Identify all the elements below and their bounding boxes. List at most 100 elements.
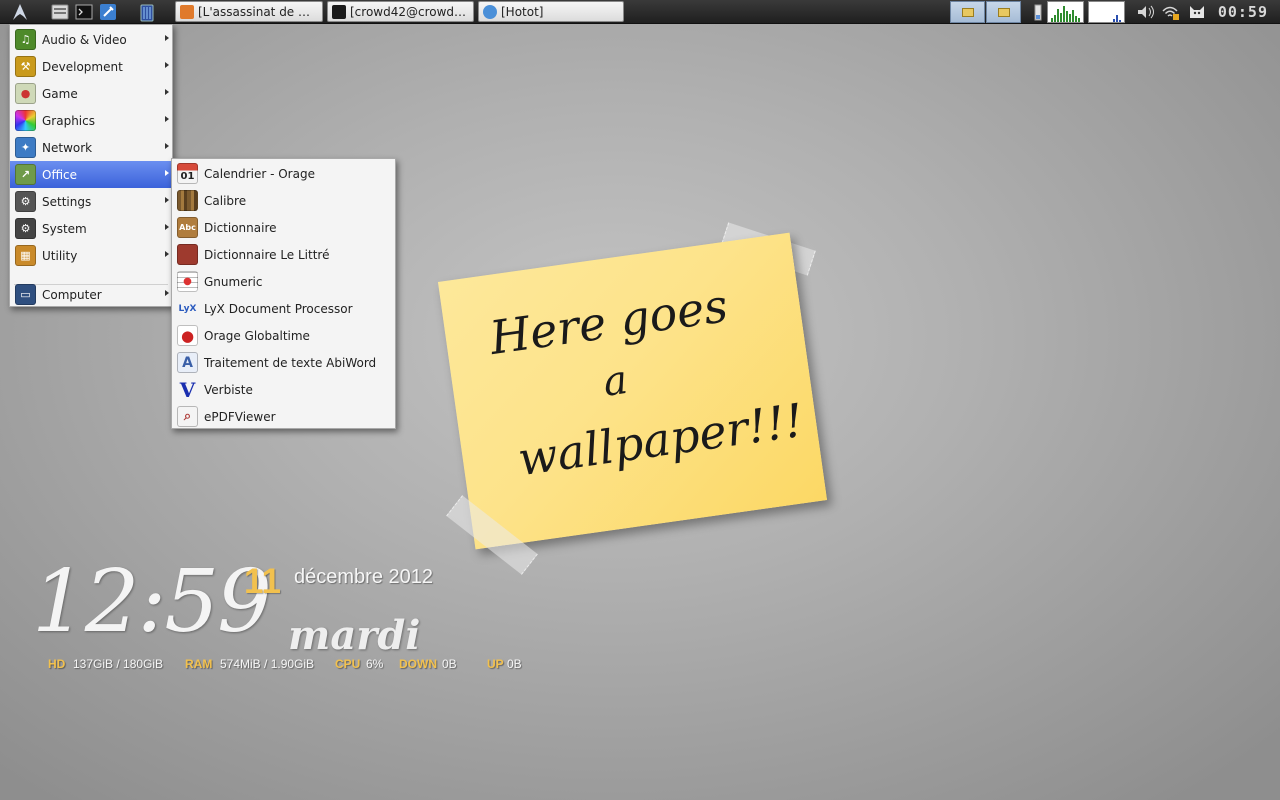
hd-label: HD (48, 657, 66, 671)
submenu-item-epdfviewer[interactable]: ⌕ ePDFViewer (172, 403, 395, 430)
development-icon: ⚒ (15, 56, 36, 77)
submenu-item-label: Dictionnaire (204, 220, 277, 235)
book-icon (177, 244, 198, 265)
utility-icon: ▦ (15, 245, 36, 266)
up-value: 0B (507, 657, 522, 671)
menu-item-system[interactable]: ⚙ System (10, 215, 172, 242)
office-submenu: 01 Calendrier - Orage Calibre Abc Dictio… (171, 158, 396, 429)
abiword-icon: A (177, 352, 198, 373)
submenu-item-calibre[interactable]: Calibre (172, 187, 395, 214)
task-label: [Hotot] (501, 4, 544, 19)
submenu-item-label: Calendrier - Orage (204, 166, 315, 181)
settings-tool-icon[interactable] (97, 2, 119, 22)
computer-icon: ▭ (15, 284, 36, 305)
terminal-icon[interactable] (73, 2, 95, 22)
dictionary-icon: Abc (177, 217, 198, 238)
menu-item-label: Settings (42, 194, 92, 209)
desktop-clock-day: 11 (244, 562, 281, 601)
spreadsheet-icon: ● (177, 271, 198, 292)
calendar-icon: 01 (177, 163, 198, 184)
trash-icon[interactable] (136, 2, 158, 22)
network-graph[interactable] (1088, 1, 1125, 23)
down-value: 0B (442, 657, 457, 671)
cat-tray-icon[interactable] (1187, 3, 1207, 21)
wifi-icon[interactable] (1160, 3, 1180, 21)
submenu-item-dictionnaire-le-littre[interactable]: Dictionnaire Le Littré (172, 241, 395, 268)
firefox-icon (180, 4, 194, 19)
up-label: UP (487, 657, 504, 671)
menu-item-label: Utility (42, 248, 78, 263)
settings-icon: ⚙ (15, 191, 36, 212)
submenu-item-abiword[interactable]: A Traitement de texte AbiWord (172, 349, 395, 376)
audio-video-icon: ♫ (15, 29, 36, 50)
lyx-icon: LyX (178, 303, 197, 314)
panel-clock[interactable]: 00:59 (1218, 2, 1268, 22)
cpu-value: 6% (366, 657, 384, 671)
submenu-item-label: Dictionnaire Le Littré (204, 247, 330, 262)
submenu-item-verbiste[interactable]: V Verbiste (172, 376, 395, 403)
office-icon: ↗ (15, 164, 36, 185)
submenu-item-label: Traitement de texte AbiWord (204, 355, 377, 370)
pdf-viewer-icon: ⌕ (177, 406, 198, 427)
menu-item-audio-video[interactable]: ♫ Audio & Video (10, 26, 172, 53)
menu-item-label: Development (42, 59, 123, 74)
top-panel: [L'assassinat de Mess… [crowd42@crowd42…… (0, 0, 1280, 24)
task-label: [crowd42@crowd42… (350, 4, 469, 19)
globaltime-icon: ● (177, 325, 198, 346)
submenu-item-label: Verbiste (204, 382, 253, 397)
menu-item-label: Audio & Video (42, 32, 127, 47)
file-manager-icon[interactable] (49, 2, 71, 22)
battery-icon[interactable] (1032, 3, 1044, 21)
submenu-item-label: ePDFViewer (204, 409, 276, 424)
sticky-note-wallpaper: Here goes a wallpaper!!! (437, 232, 828, 550)
task-label: [L'assassinat de Mess… (198, 4, 318, 19)
menu-item-label: System (42, 221, 87, 236)
applications-menu: ♫ Audio & Video ⚒ Development ● Game Gra… (9, 24, 173, 307)
arch-menu-icon[interactable] (9, 2, 31, 22)
verbiste-icon: V (179, 377, 196, 402)
taskbar-button-hotot[interactable]: [Hotot] (478, 1, 624, 22)
cpu-graph[interactable] (1047, 1, 1084, 23)
menu-item-game[interactable]: ● Game (10, 80, 172, 107)
game-icon: ● (15, 83, 36, 104)
menu-item-label: Game (42, 86, 78, 101)
desktop-clock-time: 12:59 (32, 552, 272, 652)
submenu-item-gnumeric[interactable]: ● Gnumeric (172, 268, 395, 295)
note-line-3: wallpaper!!! (514, 392, 807, 487)
workspace-1-button[interactable] (950, 1, 985, 23)
submenu-item-label: Gnumeric (204, 274, 263, 289)
workspace-2-button[interactable] (986, 1, 1021, 23)
submenu-item-calendrier-orage[interactable]: 01 Calendrier - Orage (172, 160, 395, 187)
submenu-item-label: Orage Globaltime (204, 328, 310, 343)
submenu-item-label: Calibre (204, 193, 247, 208)
taskbar-button-terminal[interactable]: [crowd42@crowd42… (327, 1, 474, 22)
note-line-1: Here goes (486, 278, 731, 366)
down-label: DOWN (399, 657, 437, 671)
hotot-icon (483, 4, 497, 19)
taskbar-button-browser[interactable]: [L'assassinat de Mess… (175, 1, 323, 22)
menu-item-office[interactable]: ↗ Office (10, 161, 172, 188)
submenu-item-label: LyX Document Processor (204, 301, 353, 316)
submenu-item-orage-globaltime[interactable]: ● Orage Globaltime (172, 322, 395, 349)
menu-item-network[interactable]: ✦ Network (10, 134, 172, 161)
menu-item-label: Network (42, 140, 93, 155)
menu-item-label: Graphics (42, 113, 95, 128)
menu-item-label: Office (42, 167, 78, 182)
menu-item-graphics[interactable]: Graphics (10, 107, 172, 134)
network-icon: ✦ (15, 137, 36, 158)
calibre-books-icon (177, 190, 198, 211)
note-line-2: a (600, 356, 631, 406)
menu-item-utility[interactable]: ▦ Utility (10, 242, 172, 269)
submenu-item-lyx[interactable]: LyX LyX Document Processor (172, 295, 395, 322)
desktop-clock-month-year: décembre 2012 (294, 566, 433, 588)
menu-item-settings[interactable]: ⚙ Settings (10, 188, 172, 215)
desktop-clock-weekday: mardi (288, 612, 421, 659)
menu-item-computer[interactable]: ▭ Computer (10, 281, 172, 308)
graphics-icon (15, 110, 36, 131)
hd-value: 137GiB / 180GiB (73, 657, 164, 671)
submenu-item-dictionnaire[interactable]: Abc Dictionnaire (172, 214, 395, 241)
system-icon: ⚙ (15, 218, 36, 239)
menu-item-label: Computer (42, 287, 102, 302)
volume-icon[interactable] (1136, 3, 1156, 21)
menu-item-development[interactable]: ⚒ Development (10, 53, 172, 80)
